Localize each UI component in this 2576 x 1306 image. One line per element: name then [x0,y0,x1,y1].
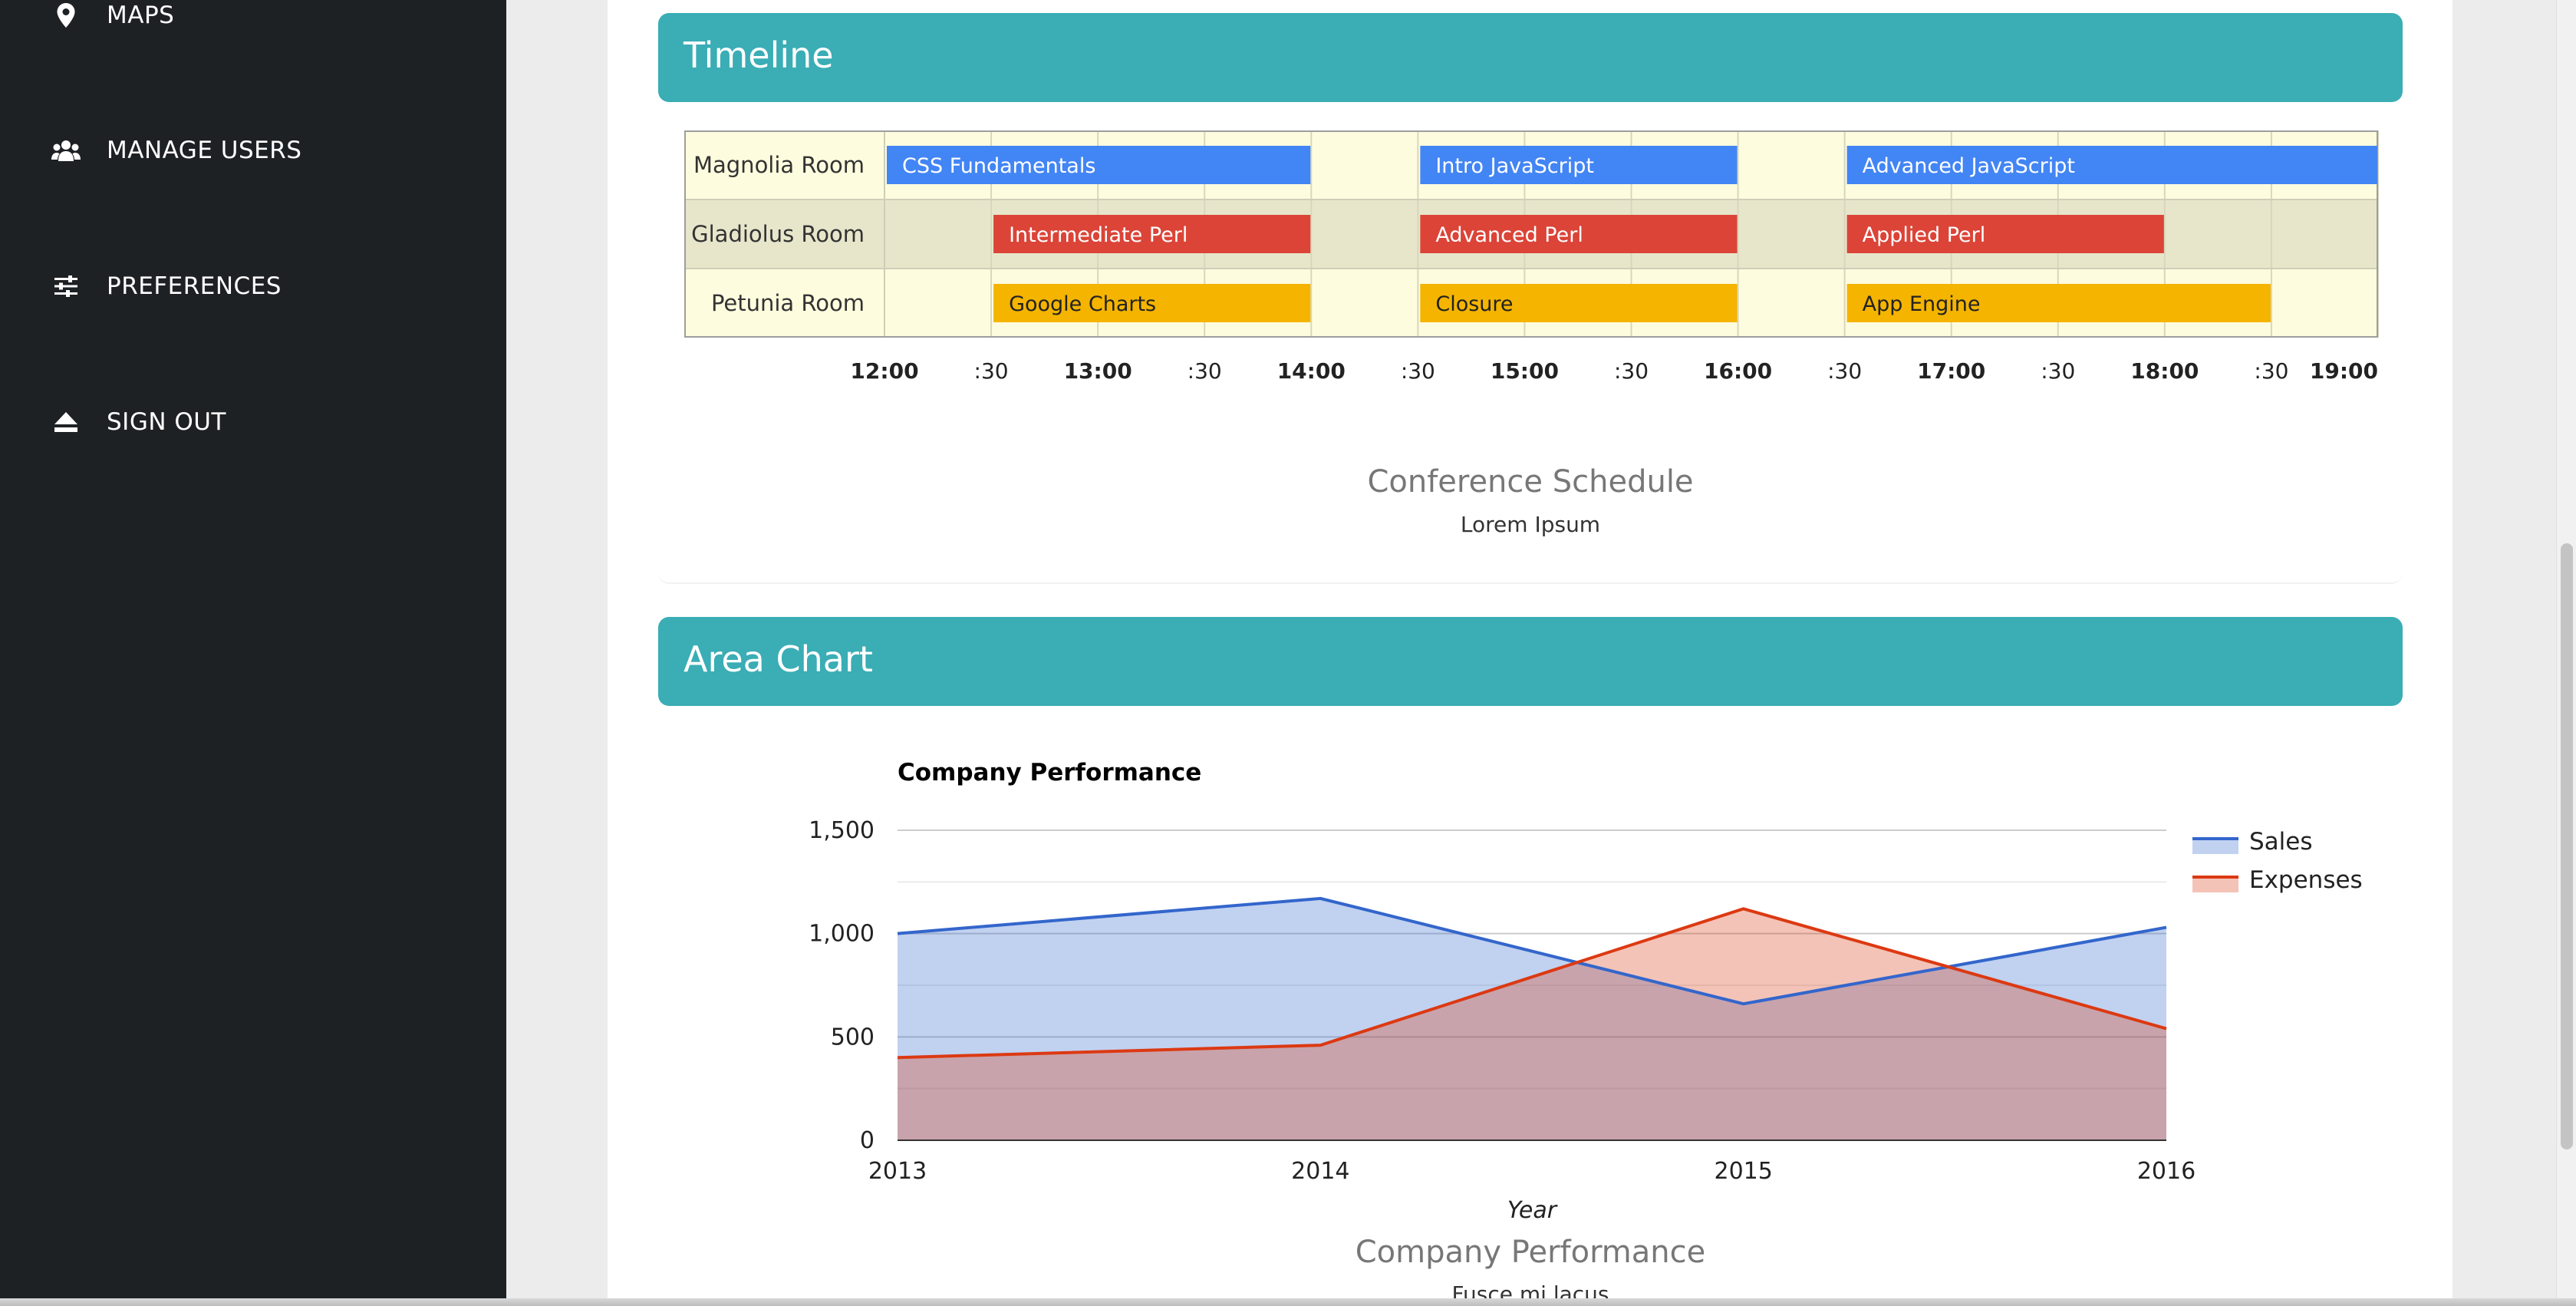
map-pin-icon [51,0,81,31]
legend-swatch [2192,877,2238,892]
timeline-tick-label: 14:00 [1277,358,1346,384]
scrollbar-thumb[interactable] [2561,543,2573,1149]
timeline-caption-title: Conference Schedule [1367,464,1694,500]
timeline-chart: Magnolia Room Gladiolus Room Petunia Room C… [684,130,2379,384]
timeline-event-label: Advanced Perl [1435,223,1583,247]
timeline-room-label: Magnolia Room [693,152,865,178]
y-tick-label: 1,500 [809,817,875,844]
area-caption-title: Company Performance [1355,1235,1706,1270]
timeline-tick-label: 17:00 [1917,358,1985,384]
timeline-event-label: Intermediate Perl [1009,223,1188,247]
timeline-event-label: Google Charts [1009,292,1156,316]
timeline-event-label: Closure [1435,292,1513,316]
x-axis-title: Year [1507,1197,1558,1224]
x-tick-label: 2015 [1714,1158,1772,1185]
timeline-event-label: Intro JavaScript [1435,154,1594,178]
timeline-event-label: App Engine [1863,292,1981,316]
legend-label: Expenses [2249,866,2363,894]
x-tick-label: 2016 [2137,1158,2196,1185]
area-chart: 0 500 1,000 1,500 2013 2014 2015 2016 Year Compan… [809,759,2363,1224]
chart-title: Company Performance [898,759,1201,787]
timeline-room-label: Petunia Room [711,290,865,316]
timeline-tick-label: :30 [1827,358,1862,384]
x-tick-label: 2013 [868,1158,927,1185]
timeline-tick-label: 19:00 [2310,358,2378,384]
sidebar-item-maps[interactable]: MAPS [0,0,506,61]
y-tick-label: 1,000 [809,921,875,948]
sidebar-item-sign-out[interactable]: SIGN OUT [0,376,506,468]
legend-swatch [2192,839,2238,854]
sidebar-item-label: PREFERENCES [107,272,282,300]
timeline-tick-label: :30 [1401,358,1435,384]
timeline-tick-label: 16:00 [1704,358,1772,384]
timeline-tick-label: 18:00 [2130,358,2199,384]
legend-label: Sales [2249,828,2313,856]
window-bottom-edge [0,1298,2576,1306]
card-title: Area Chart [684,638,873,680]
sliders-icon [51,271,81,302]
timeline-tick-label: :30 [1614,358,1649,384]
timeline-tick-label: 12:00 [850,358,918,384]
timeline-svg: Magnolia Room Gladiolus Room Petunia Room C… [684,130,2379,384]
sidebar-item-label: MANAGE USERS [107,137,302,164]
eject-icon [51,407,81,437]
y-tick-label: 500 [831,1024,875,1050]
sidebar-item-preferences[interactable]: PREFERENCES [0,240,506,332]
timeline-tick-label: :30 [2041,358,2075,384]
timeline-tick-label: :30 [974,358,1009,384]
x-tick-label: 2014 [1291,1158,1349,1185]
card-title: Timeline [684,35,834,76]
sidebar-item-manage-users[interactable]: MANAGE USERS [0,104,506,196]
timeline-event-label: CSS Fundamentals [902,154,1095,178]
timeline-tick-label: :30 [1188,358,1222,384]
users-icon [51,135,81,166]
sidebar-item-label: MAPS [107,2,175,29]
sidebar-item-label: SIGN OUT [107,408,226,436]
timeline-event-label: Advanced JavaScript [1863,154,2075,178]
timeline-tick-label: 13:00 [1064,358,1132,384]
y-tick-label: 0 [860,1127,875,1154]
timeline-tick-label: :30 [2254,358,2288,384]
area-chart-card-header: Area Chart [658,617,2403,706]
timeline-caption-subtitle: Lorem Ipsum [1460,512,1601,537]
timeline-room-label: Gladiolus Room [691,221,865,247]
timeline-card-header: Timeline [658,13,2403,102]
timeline-event-label: Applied Perl [1863,223,1986,247]
timeline-tick-label: 15:00 [1491,358,1559,384]
sidebar: MAPS MANAGE USERS PREFERENCES SIGN OUT [0,0,506,1306]
